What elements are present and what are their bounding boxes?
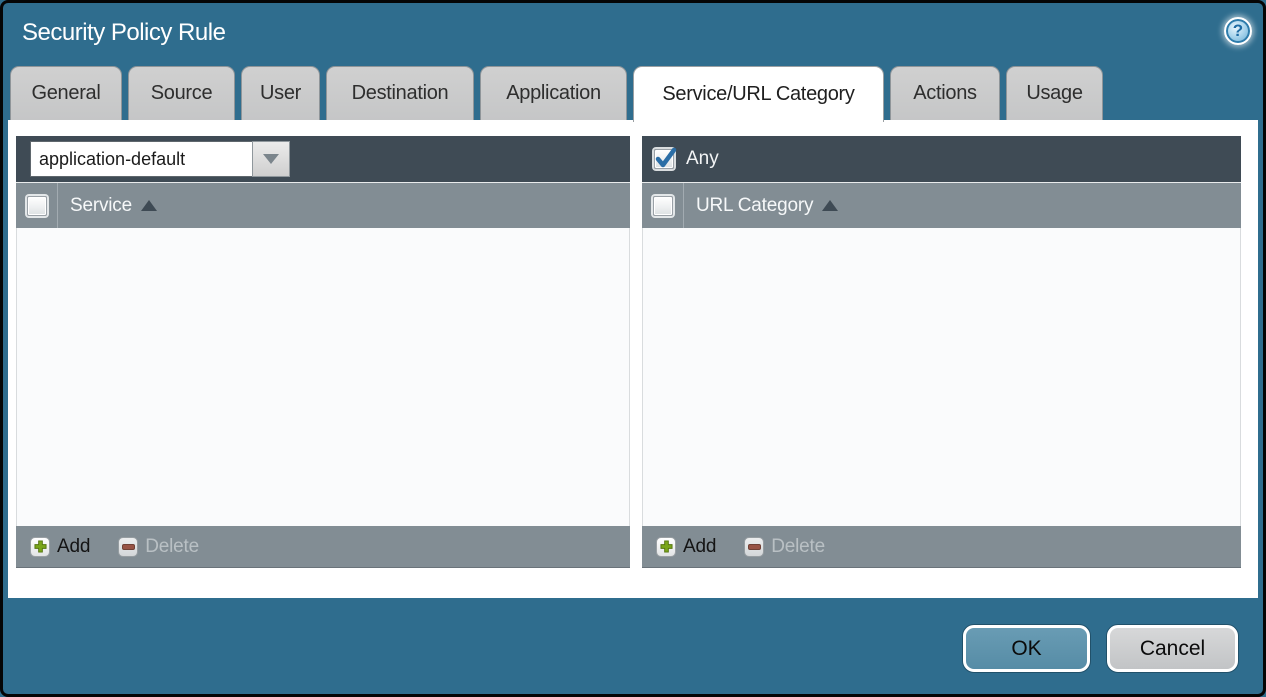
url-select-all-cell — [642, 183, 684, 228]
service-column-header: Service — [16, 182, 630, 228]
service-type-dropdown — [30, 141, 290, 177]
service-list[interactable] — [16, 228, 630, 526]
service-select-all-cell — [16, 183, 58, 228]
url-footer: Add Delete — [642, 526, 1241, 568]
url-column-header: URL Category — [642, 182, 1241, 228]
service-delete-button[interactable]: Delete — [118, 536, 199, 558]
tab-service-url-category[interactable]: Service/URL Category — [633, 66, 884, 122]
security-policy-rule-dialog: { "window": { "title": "Security Policy … — [0, 0, 1266, 697]
url-delete-button[interactable]: Delete — [744, 536, 825, 558]
delete-label: Delete — [145, 536, 199, 558]
service-add-button[interactable]: Add — [30, 536, 90, 558]
delete-label: Delete — [771, 536, 825, 558]
tab-usage[interactable]: Usage — [1006, 66, 1103, 120]
service-footer: Add Delete — [16, 526, 630, 568]
service-panel: Service Add Delete — [16, 136, 630, 568]
cancel-button[interactable]: Cancel — [1107, 625, 1238, 672]
url-add-button[interactable]: Add — [656, 536, 716, 558]
service-column-label[interactable]: Service — [70, 195, 132, 217]
dialog-title: Security Policy Rule — [22, 19, 225, 47]
url-any-checkbox[interactable] — [654, 149, 674, 169]
plus-icon — [30, 537, 50, 557]
url-category-panel: Any URL Category Add Delete — [642, 136, 1241, 568]
url-any-bar: Any — [642, 136, 1241, 182]
tab-actions[interactable]: Actions — [890, 66, 1000, 120]
service-select-all-checkbox[interactable] — [27, 196, 47, 216]
sort-ascending-icon[interactable] — [141, 200, 157, 211]
tab-application[interactable]: Application — [480, 66, 627, 120]
minus-icon — [118, 537, 138, 557]
minus-icon — [744, 537, 764, 557]
url-column-label[interactable]: URL Category — [696, 195, 813, 217]
service-type-input[interactable] — [30, 141, 252, 177]
service-type-dropdown-button[interactable] — [252, 141, 290, 177]
url-select-all-checkbox[interactable] — [653, 196, 673, 216]
help-icon[interactable]: ? — [1224, 17, 1252, 45]
url-any-label: Any — [686, 148, 719, 170]
chevron-down-icon — [263, 154, 279, 164]
title-bar: Security Policy Rule ? — [0, 3, 1266, 65]
tab-destination[interactable]: Destination — [326, 66, 474, 120]
tab-user[interactable]: User — [241, 66, 320, 120]
service-type-bar — [16, 136, 630, 182]
plus-icon — [656, 537, 676, 557]
add-label: Add — [683, 536, 716, 558]
tab-bar: General Source User Destination Applicat… — [10, 66, 1103, 120]
ok-button[interactable]: OK — [963, 625, 1090, 672]
add-label: Add — [57, 536, 90, 558]
tab-general[interactable]: General — [10, 66, 122, 120]
sort-ascending-icon[interactable] — [822, 200, 838, 211]
tab-source[interactable]: Source — [128, 66, 235, 120]
checkmark-icon — [654, 147, 678, 171]
url-category-list[interactable] — [642, 228, 1241, 526]
